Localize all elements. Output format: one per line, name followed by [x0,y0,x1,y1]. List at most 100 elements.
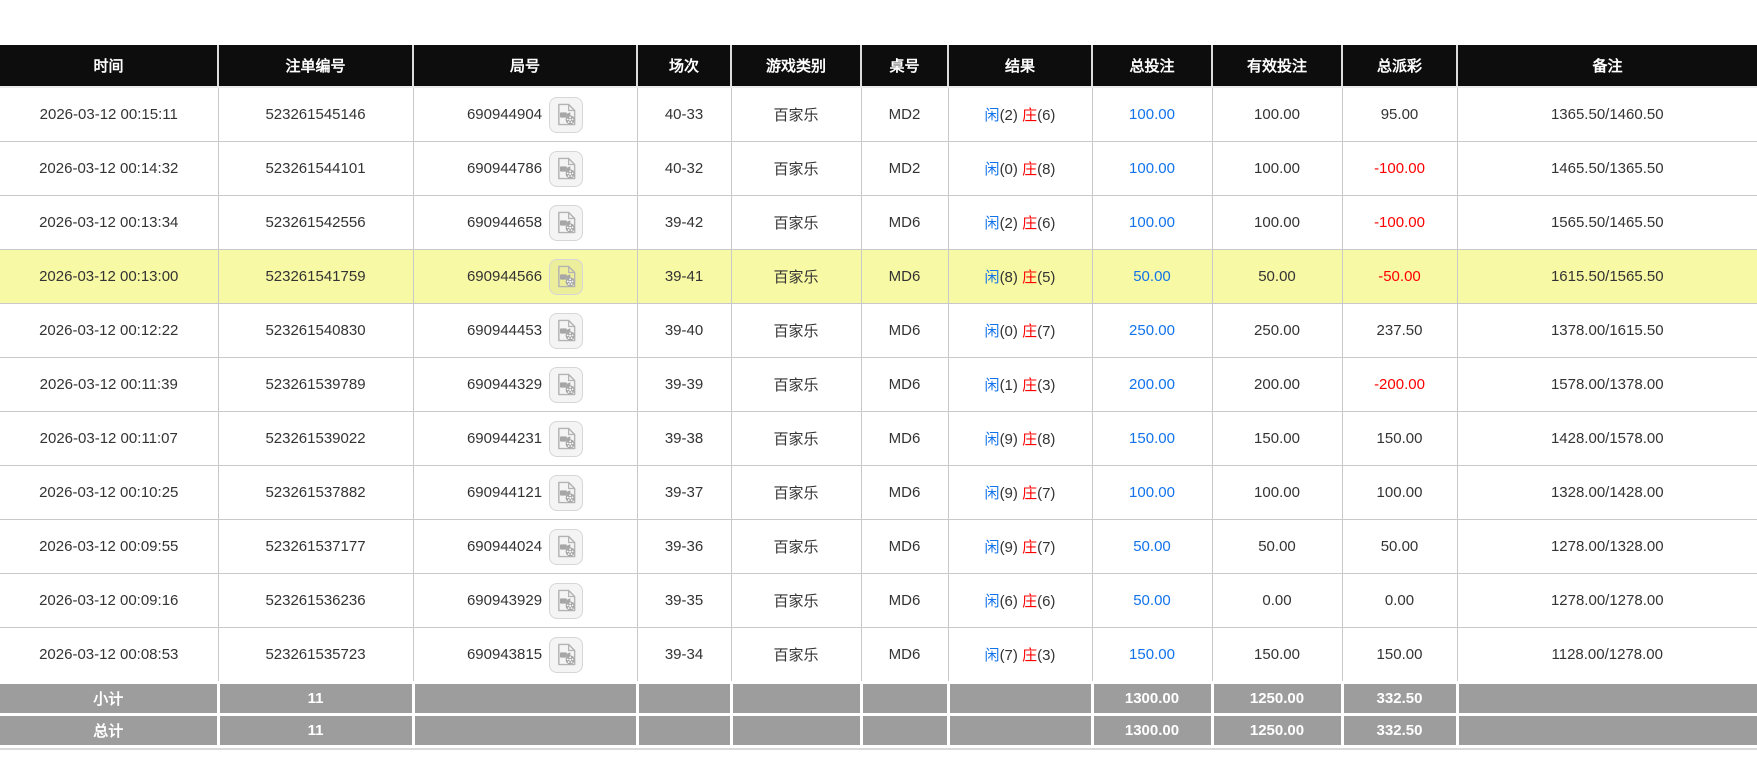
result-banker-label: 庄 [1022,647,1038,664]
cell-payout: -100.00 [1341,195,1458,250]
result-player-label: 闲 [984,269,1000,286]
table-row: 2026-03-12 00:13:00 523261541759 6909445… [0,249,1757,304]
subtotal-row: 小计 11 1300.00 1250.00 332.50 [0,681,1757,716]
cell-session: 39-37 [636,465,732,520]
cell-game-type: 百家乐 [730,303,862,358]
total-bet-link[interactable]: 50.00 [1133,538,1171,555]
video-replay-button[interactable] [549,636,584,673]
video-replay-button[interactable] [549,150,584,187]
result-banker-score: (7) [1037,485,1056,502]
cell-game-type: 百家乐 [730,249,862,304]
cell-table-no: MD6 [860,303,949,358]
video-file-icon [557,589,575,612]
result-player-label: 闲 [984,107,1000,124]
col-header-valid-bet: 有效投注 [1212,45,1343,88]
video-replay-button[interactable] [549,420,584,457]
subtotal-label: 小计 [0,681,220,716]
cell-order-no: 523261545146 [217,86,414,142]
table-row: 2026-03-12 00:13:34 523261542556 6909446… [0,195,1757,250]
total-bet-link[interactable]: 100.00 [1129,160,1175,177]
video-replay-button[interactable] [549,96,584,133]
result-banker-score: (5) [1037,269,1056,286]
result-player-score: (8) [999,269,1018,286]
cell-valid-bet: 100.00 [1211,195,1343,250]
col-header-order-no: 注单编号 [218,45,414,88]
total-bet-link[interactable]: 100.00 [1129,484,1175,501]
video-replay-button[interactable] [549,582,584,619]
video-replay-button[interactable] [549,312,584,349]
video-replay-button[interactable] [549,258,584,295]
cell-total-bet: 250.00 [1091,303,1213,358]
total-bet-link[interactable]: 50.00 [1133,268,1171,285]
cell-table-no: MD6 [860,195,949,250]
cell-payout: 0.00 [1341,573,1458,628]
total-bet-link[interactable]: 150.00 [1129,646,1175,663]
result-banker-score: (3) [1037,647,1056,664]
result-player-score: (9) [999,431,1018,448]
total-bet-link[interactable]: 250.00 [1129,322,1175,339]
cell-order-no: 523261536236 [217,573,414,628]
cell-payout: 100.00 [1341,465,1458,520]
video-file-icon [557,157,575,180]
cell-order-no: 523261539789 [217,357,414,412]
cell-total-bet: 100.00 [1091,86,1213,142]
total-bet-link[interactable]: 50.00 [1133,592,1171,609]
cell-game-type: 百家乐 [730,519,862,574]
video-file-icon [557,265,575,288]
video-file-icon [557,643,575,666]
bet-records-table: 时间 注单编号 局号 场次 游戏类别 桌号 结果 总投注 有效投注 总派彩 备注… [0,45,1757,748]
cell-valid-bet: 250.00 [1211,303,1343,358]
subtotal-payout: 332.50 [1340,681,1459,716]
cell-round: 690944658 [412,195,638,250]
total-bet-link[interactable]: 150.00 [1129,430,1175,447]
cell-payout: 150.00 [1341,411,1458,466]
cell-remark: 1328.00/1428.00 [1456,465,1757,520]
video-file-icon [557,427,575,450]
cell-round: 690944453 [412,303,638,358]
cell-round: 690944786 [412,141,638,196]
cell-table-no: MD6 [860,573,949,628]
cell-order-no: 523261542556 [217,195,414,250]
cell-result: 闲(2) 庄(6) [947,86,1093,142]
result-player-score: (0) [999,323,1018,340]
total-bet-link[interactable]: 100.00 [1129,106,1175,123]
video-replay-button[interactable] [549,366,584,403]
total-bet-link[interactable]: 200.00 [1129,376,1175,393]
video-replay-button[interactable] [549,204,584,241]
cell-total-bet: 150.00 [1091,627,1213,683]
cell-result: 闲(8) 庄(5) [947,249,1093,304]
cell-remark: 1565.50/1465.50 [1456,195,1757,250]
cell-total-bet: 50.00 [1091,249,1213,304]
cell-time: 2026-03-12 00:11:39 [0,357,219,412]
col-header-game-type: 游戏类别 [731,45,862,88]
cell-remark: 1428.00/1578.00 [1456,411,1757,466]
result-banker-label: 庄 [1022,215,1038,232]
cell-result: 闲(1) 庄(3) [947,357,1093,412]
cell-result: 闲(9) 庄(7) [947,465,1093,520]
cell-valid-bet: 50.00 [1211,249,1343,304]
col-header-total-bet: 总投注 [1092,45,1213,88]
cell-order-no: 523261537882 [217,465,414,520]
total-bet-link[interactable]: 100.00 [1129,214,1175,231]
result-player-label: 闲 [984,485,1000,502]
cell-remark: 1128.00/1278.00 [1456,627,1757,683]
cell-session: 39-42 [636,195,732,250]
cell-result: 闲(7) 庄(3) [947,627,1093,683]
cell-time: 2026-03-12 00:13:00 [0,249,219,304]
cell-remark: 1378.00/1615.50 [1456,303,1757,358]
cell-total-bet: 150.00 [1091,411,1213,466]
video-replay-button[interactable] [549,528,584,565]
result-player-score: (2) [999,107,1018,124]
subtotal-empty-remark [1455,681,1757,716]
result-banker-label: 庄 [1022,107,1038,124]
cell-time: 2026-03-12 00:09:16 [0,573,219,628]
video-replay-button[interactable] [549,474,584,511]
cell-game-type: 百家乐 [730,411,862,466]
cell-time: 2026-03-12 00:14:32 [0,141,219,196]
result-player-label: 闲 [984,647,1000,664]
cell-time: 2026-03-12 00:15:11 [0,86,219,142]
cell-table-no: MD6 [860,249,949,304]
subtotal-empty-result [946,681,1094,716]
result-banker-score: (6) [1037,215,1056,232]
total-row: 总计 11 1300.00 1250.00 332.50 [0,713,1757,748]
